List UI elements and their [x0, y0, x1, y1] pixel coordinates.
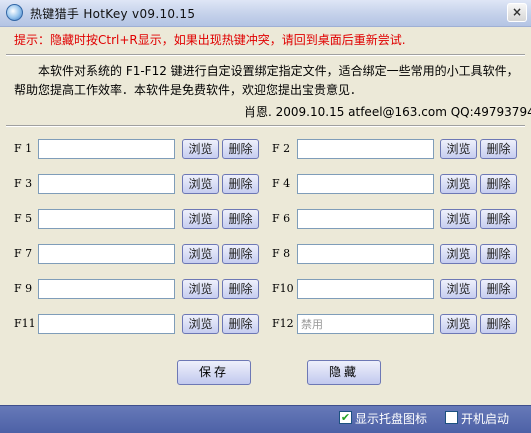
- f4-delete-button[interactable]: 删除: [480, 174, 517, 194]
- f12-browse-button[interactable]: 浏览: [440, 314, 477, 334]
- f6-path-input[interactable]: [297, 209, 434, 229]
- f2-path-input[interactable]: [297, 139, 434, 159]
- f4-browse-button[interactable]: 浏览: [440, 174, 477, 194]
- f10-path-input[interactable]: [297, 279, 434, 299]
- f3-delete-button[interactable]: 删除: [222, 174, 259, 194]
- credits-text: 肖恩. 2009.10.15 atfeel@163.com QQ:4979379…: [244, 105, 531, 119]
- f3-browse-button[interactable]: 浏览: [182, 174, 219, 194]
- f2-browse-button[interactable]: 浏览: [440, 139, 477, 159]
- f7-label: F 7: [14, 247, 33, 260]
- tray-icon-label: 显示托盘图标: [355, 412, 428, 426]
- tray-icon-checkbox[interactable]: ✔: [339, 411, 352, 424]
- f8-browse-button[interactable]: 浏览: [440, 244, 477, 264]
- f12-label: F12: [272, 317, 294, 330]
- f6-label: F 6: [272, 212, 291, 225]
- startup-label: 开机启动: [461, 412, 510, 426]
- f10-browse-button[interactable]: 浏览: [440, 279, 477, 299]
- f8-path-input[interactable]: [297, 244, 434, 264]
- f6-browse-button[interactable]: 浏览: [440, 209, 477, 229]
- f5-delete-button[interactable]: 删除: [222, 209, 259, 229]
- divider: [6, 54, 525, 56]
- f10-delete-button[interactable]: 删除: [480, 279, 517, 299]
- f8-label: F 8: [272, 247, 291, 260]
- close-button[interactable]: ×: [507, 3, 527, 22]
- startup-checkbox[interactable]: [445, 411, 458, 424]
- f11-browse-button[interactable]: 浏览: [182, 314, 219, 334]
- f4-label: F 4: [272, 177, 291, 190]
- f6-delete-button[interactable]: 删除: [480, 209, 517, 229]
- window-title: 热键猎手 HotKey v09.10.15: [30, 7, 196, 21]
- f10-label: F10: [272, 282, 294, 295]
- status-bar: ✔ 显示托盘图标 开机启动: [0, 405, 531, 433]
- f1-delete-button[interactable]: 删除: [222, 139, 259, 159]
- f5-path-input[interactable]: [38, 209, 175, 229]
- f12-path-input[interactable]: 禁用: [297, 314, 434, 334]
- description-text: 本软件对系统的 F1-F12 键进行自定设置绑定指定文件，适合绑定一些常用的小工…: [14, 64, 519, 97]
- hint-text: 提示：隐藏时按Ctrl+R显示，如果出现热键冲突，请回到桌面后重新尝试.: [14, 33, 406, 47]
- f4-path-input[interactable]: [297, 174, 434, 194]
- f2-delete-button[interactable]: 删除: [480, 139, 517, 159]
- f2-label: F 2: [272, 142, 291, 155]
- f1-label: F 1: [14, 142, 33, 155]
- f5-browse-button[interactable]: 浏览: [182, 209, 219, 229]
- f12-delete-button[interactable]: 删除: [480, 314, 517, 334]
- f9-delete-button[interactable]: 删除: [222, 279, 259, 299]
- f1-path-input[interactable]: [38, 139, 175, 159]
- f9-browse-button[interactable]: 浏览: [182, 279, 219, 299]
- divider: [6, 125, 525, 127]
- f7-delete-button[interactable]: 删除: [222, 244, 259, 264]
- f1-browse-button[interactable]: 浏览: [182, 139, 219, 159]
- f11-delete-button[interactable]: 删除: [222, 314, 259, 334]
- f3-path-input[interactable]: [38, 174, 175, 194]
- app-icon: [6, 4, 23, 21]
- f7-browse-button[interactable]: 浏览: [182, 244, 219, 264]
- f9-label: F 9: [14, 282, 33, 295]
- f5-label: F 5: [14, 212, 33, 225]
- f9-path-input[interactable]: [38, 279, 175, 299]
- save-button[interactable]: 保存: [177, 360, 251, 385]
- hide-button[interactable]: 隐藏: [307, 360, 381, 385]
- f3-label: F 3: [14, 177, 33, 190]
- f11-path-input[interactable]: [38, 314, 175, 334]
- f8-delete-button[interactable]: 删除: [480, 244, 517, 264]
- f11-label: F11: [14, 317, 36, 330]
- f7-path-input[interactable]: [38, 244, 175, 264]
- title-bar: 热键猎手 HotKey v09.10.15 ×: [0, 0, 531, 27]
